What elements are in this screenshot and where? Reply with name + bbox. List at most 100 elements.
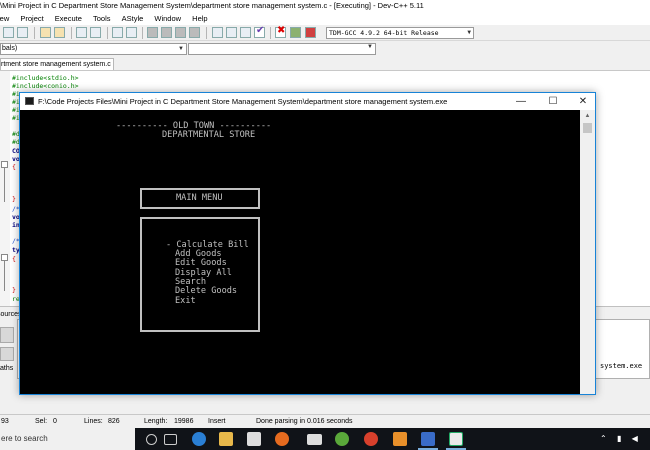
menu-view[interactable]: iew xyxy=(0,12,9,25)
toolbar-button[interactable] xyxy=(17,27,28,38)
taskbar-search-placeholder: ere to search xyxy=(1,434,48,443)
ide-title: \Mini Project in C Department Store Mana… xyxy=(0,1,424,10)
menu-tools[interactable]: Tools xyxy=(93,12,111,25)
toolbar-button[interactable] xyxy=(112,27,123,38)
menu-help[interactable]: Help xyxy=(192,12,207,25)
tray-chevron-icon[interactable]: ⌃ xyxy=(600,434,607,443)
edge-icon[interactable] xyxy=(192,432,206,446)
scroll-thumb[interactable] xyxy=(583,123,592,133)
scope-select[interactable]: bals) ▼ xyxy=(0,43,187,55)
main-menu-box: MAIN MENU xyxy=(140,188,260,209)
toolbar-button[interactable] xyxy=(3,27,14,38)
main-menu-title: MAIN MENU xyxy=(176,193,223,203)
scope-select-value: bals) xyxy=(2,45,18,52)
console-scrollbar[interactable]: ▲ xyxy=(580,110,595,394)
ide-status-bar: 93 Sel: 0 Lines: 826 Length: 19986 Inser… xyxy=(0,414,650,428)
console-title-bar[interactable]: F:\Code Projects Files\Mini Project in C… xyxy=(20,93,595,110)
fold-toggle-icon[interactable] xyxy=(1,254,8,261)
chart-icon[interactable] xyxy=(290,27,301,38)
network-icon[interactable]: ▮ xyxy=(617,434,621,443)
status-sel-label: Sel: xyxy=(35,418,48,425)
taskbar: ere to search ⌃ ▮ ◀ xyxy=(0,428,650,450)
task-view-icon[interactable] xyxy=(164,434,177,445)
menu-window[interactable]: Window xyxy=(154,12,181,25)
undo-icon[interactable] xyxy=(40,27,51,38)
toolbar-separator xyxy=(270,27,271,39)
toolbar-separator xyxy=(34,27,35,39)
code-line: } xyxy=(12,286,16,294)
symbol-select[interactable]: ▼ xyxy=(188,43,376,55)
output-exe-text: system.exe xyxy=(600,362,643,370)
redo-icon[interactable] xyxy=(54,27,65,38)
ide-menu-bar: iew Project Execute Tools AStyle Window … xyxy=(0,12,650,25)
firefox-icon[interactable] xyxy=(275,432,289,446)
console-app-icon xyxy=(25,97,34,105)
minimize-icon[interactable]: — xyxy=(507,93,535,110)
console-taskbar-icon[interactable] xyxy=(449,432,463,446)
find-icon[interactable] xyxy=(76,27,87,38)
file-explorer-icon[interactable] xyxy=(219,432,233,446)
menu-execute[interactable]: Execute xyxy=(55,12,82,25)
toggle-icon[interactable] xyxy=(189,27,200,38)
compiler-select[interactable]: TDM-GCC 4.9.2 64-bit Release ▼ xyxy=(326,27,474,39)
replace-icon[interactable] xyxy=(90,27,101,38)
editor-gutter xyxy=(0,71,10,307)
taskbar-search-box[interactable]: ere to search xyxy=(0,428,135,450)
status-message: Done parsing in 0.016 seconds xyxy=(256,418,353,425)
toolbar-separator xyxy=(142,27,143,39)
menu-item-exit: Exit xyxy=(175,296,196,306)
ide-title-bar: \Mini Project in C Department Store Mana… xyxy=(0,0,650,12)
system-tray: ⌃ ▮ ◀ xyxy=(600,428,638,450)
toolbar-separator xyxy=(71,27,72,39)
panel-button[interactable] xyxy=(0,347,14,361)
code-line: } xyxy=(12,195,16,203)
menu-project[interactable]: Project xyxy=(20,12,43,25)
check-icon[interactable]: ✔ xyxy=(254,25,265,38)
stop-icon[interactable]: ✖ xyxy=(275,25,286,38)
status-length: 19986 xyxy=(174,418,194,425)
editor-file-tab[interactable]: rtment store management system.c xyxy=(0,58,114,70)
compile-icon[interactable] xyxy=(212,27,223,38)
debug-icon[interactable] xyxy=(305,27,316,38)
mail-icon[interactable] xyxy=(307,434,322,445)
status-col: 93 xyxy=(1,418,9,425)
chrome-icon[interactable] xyxy=(364,432,378,446)
console-output[interactable]: ---------- OLD TOWN ---------- DEPARTMEN… xyxy=(20,110,580,394)
toolbar-button[interactable] xyxy=(126,27,137,38)
console-window[interactable]: F:\Code Projects Files\Mini Project in C… xyxy=(19,92,596,395)
compile-run-icon[interactable] xyxy=(240,27,251,38)
utorrent-icon[interactable] xyxy=(335,432,349,446)
indent-icon[interactable] xyxy=(147,27,158,38)
code-line: #include<stdio.h> xyxy=(12,74,79,82)
toggle-icon[interactable] xyxy=(175,27,186,38)
unindent-icon[interactable] xyxy=(161,27,172,38)
cortana-icon[interactable] xyxy=(146,434,157,445)
editor-file-tab-label: rtment store management system.c xyxy=(1,61,111,68)
status-length-label: Length: xyxy=(144,418,168,425)
console-title: F:\Code Projects Files\Mini Project in C… xyxy=(38,97,448,106)
status-lines: 826 xyxy=(108,418,120,425)
chevron-down-icon: ▼ xyxy=(367,44,373,50)
menu-astyle[interactable]: AStyle xyxy=(122,12,144,25)
code-line: { xyxy=(12,163,16,171)
run-icon[interactable] xyxy=(226,27,237,38)
close-icon[interactable]: ✕ xyxy=(569,93,597,110)
menu-item-edit-goods: Edit Goods xyxy=(175,258,227,268)
fold-toggle-icon[interactable] xyxy=(1,161,8,168)
menu-item-delete-goods: Delete Goods xyxy=(175,286,238,296)
panel-button[interactable] xyxy=(0,327,14,343)
ide-toolbar: ✔ ✖ xyxy=(0,25,650,41)
store-icon[interactable] xyxy=(247,432,261,446)
store-header-line2: DEPARTMENTAL STORE xyxy=(162,130,256,140)
devcpp-icon[interactable] xyxy=(421,432,435,446)
status-mode: Insert xyxy=(208,418,226,425)
fold-line xyxy=(4,168,5,202)
fold-line xyxy=(4,261,5,291)
status-lines-label: Lines: xyxy=(84,418,103,425)
toolbar-separator xyxy=(107,27,108,39)
vlc-icon[interactable] xyxy=(393,432,407,446)
compiler-select-value: TDM-GCC 4.9.2 64-bit Release xyxy=(329,29,439,37)
volume-icon[interactable]: ◀ xyxy=(632,434,638,443)
scroll-up-icon[interactable]: ▲ xyxy=(580,110,595,122)
maximize-icon[interactable]: ☐ xyxy=(539,93,567,110)
